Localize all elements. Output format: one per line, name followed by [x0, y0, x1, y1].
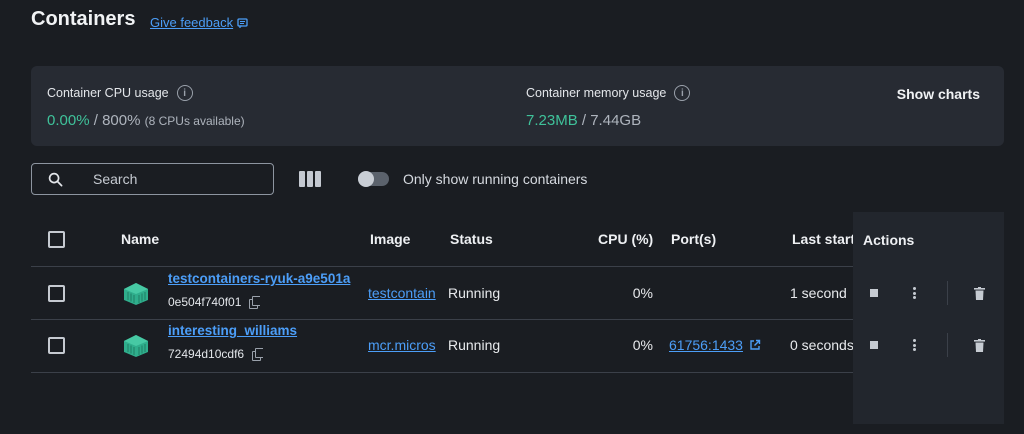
last-started: 0 seconds	[790, 337, 854, 353]
cpu-value: 0%	[632, 337, 653, 353]
delete-icon[interactable]	[974, 339, 985, 352]
cpu-separator: /	[89, 112, 103, 129]
show-charts-button[interactable]: Show charts	[897, 86, 980, 102]
cpu-used: 0.00%	[47, 112, 90, 129]
row-checkbox[interactable]	[48, 337, 65, 354]
port-link[interactable]: 61756:1433	[669, 337, 743, 353]
memory-usage-value: 7.23MB / 7.44GB	[526, 112, 641, 129]
container-id: 72494d10cdf6	[168, 347, 264, 361]
column-header-name[interactable]: Name	[121, 231, 159, 247]
column-header-cpu[interactable]: CPU (%)	[598, 231, 653, 247]
last-started: 1 second	[790, 285, 847, 301]
container-name-link[interactable]: interesting_williams	[168, 323, 360, 338]
column-header-ports[interactable]: Port(s)	[671, 231, 716, 247]
search-box[interactable]	[31, 163, 274, 195]
status-text: Running	[448, 285, 501, 301]
cpu-note: (8 CPUs available)	[144, 114, 245, 128]
stop-icon[interactable]	[870, 289, 878, 297]
copy-icon[interactable]	[252, 348, 264, 361]
cpu-value: 0%	[632, 285, 653, 301]
memory-usage-label-group: Container memory usage i	[526, 85, 691, 101]
give-feedback-link[interactable]: Give feedback	[150, 15, 249, 30]
container-id: 0e504f740f01	[168, 295, 261, 309]
container-cube-icon	[124, 335, 148, 357]
status-text: Running	[448, 337, 501, 353]
image-link[interactable]: mcr.micros	[368, 337, 440, 353]
column-settings-icon[interactable]	[299, 171, 321, 187]
feedback-icon	[237, 17, 248, 28]
running-only-toggle[interactable]	[358, 171, 389, 187]
more-options-icon[interactable]	[913, 287, 916, 299]
memory-total: 7.44GB	[590, 112, 642, 129]
container-id-text: 72494d10cdf6	[168, 347, 245, 361]
ports-cell: 61756:1433	[669, 337, 761, 353]
page-title: Containers	[31, 8, 136, 30]
cpu-usage-value: 0.00% / 800% (8 CPUs available)	[47, 112, 245, 129]
cpu-info-icon[interactable]: i	[176, 85, 193, 101]
give-feedback-label: Give feedback	[150, 15, 234, 30]
divider	[947, 333, 948, 357]
cpu-total: 800%	[102, 112, 141, 129]
column-header-status[interactable]: Status	[450, 231, 493, 247]
column-header-last-started[interactable]: Last start	[792, 231, 854, 247]
search-input[interactable]	[93, 171, 263, 187]
column-header-image[interactable]: Image	[370, 231, 410, 247]
memory-usage-label: Container memory usage	[526, 86, 667, 100]
stop-icon[interactable]	[870, 341, 878, 349]
memory-info-icon[interactable]: i	[674, 85, 691, 101]
delete-icon[interactable]	[974, 287, 985, 300]
container-id-text: 0e504f740f01	[168, 295, 242, 309]
divider	[947, 281, 948, 305]
row-checkbox[interactable]	[48, 285, 65, 302]
actions-column: Actions	[853, 212, 1004, 424]
search-icon	[48, 172, 63, 186]
cpu-usage-label-group: Container CPU usage i	[47, 85, 193, 101]
select-all-checkbox[interactable]	[48, 231, 65, 248]
container-name-link[interactable]: testcontainers-ryuk-a9e501a	[168, 271, 360, 286]
memory-used: 7.23MB	[526, 112, 578, 129]
memory-separator: /	[577, 112, 591, 129]
column-header-actions: Actions	[863, 232, 915, 248]
running-only-label: Only show running containers	[403, 171, 588, 187]
cpu-usage-label: Container CPU usage	[47, 86, 169, 100]
more-options-icon[interactable]	[913, 339, 916, 351]
external-link-icon[interactable]	[749, 339, 761, 351]
usage-stats-card: Container CPU usage i 0.00% / 800% (8 CP…	[31, 66, 1004, 146]
container-cube-icon	[124, 283, 148, 305]
copy-icon[interactable]	[249, 296, 261, 309]
image-link[interactable]: testcontain	[368, 285, 440, 301]
containers-page: Containers Give feedback Container CPU u…	[0, 0, 1024, 434]
